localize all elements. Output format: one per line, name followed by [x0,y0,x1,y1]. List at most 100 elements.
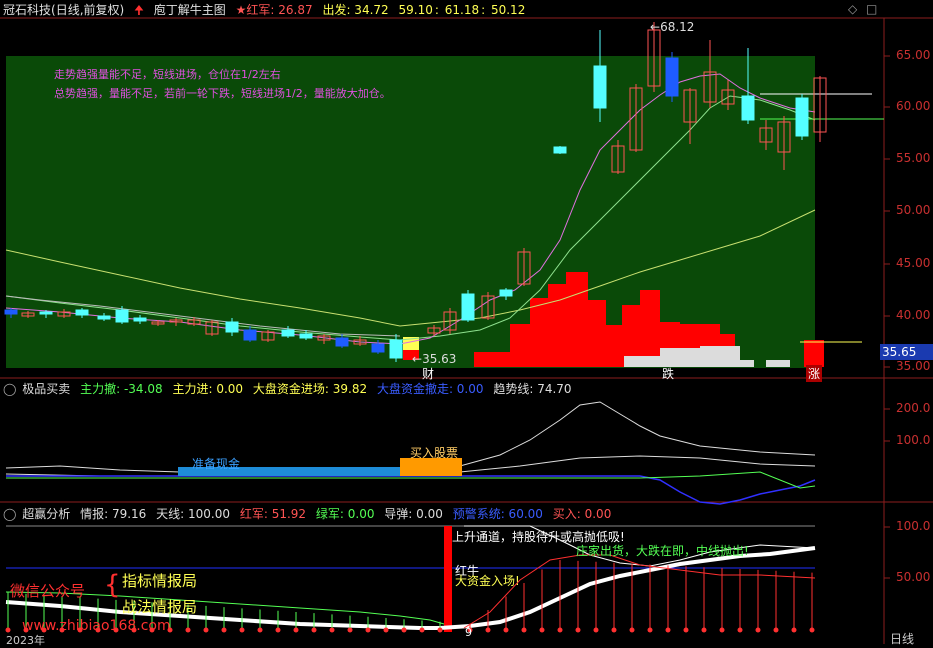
candle-body [75,309,89,316]
volume-block [700,346,740,367]
candle-body [741,95,755,121]
candle-body [97,315,111,320]
p3-dot [809,627,815,633]
candle-body [371,343,385,353]
candle-body [225,321,239,333]
funds-label: 大资金入场! [455,574,520,588]
candle-body [281,329,295,337]
axis-tick: 50.00 [896,570,931,584]
high-label: ←68.12 [650,20,695,34]
volume-block [624,356,660,367]
axis-tick: 100.0 [896,519,931,533]
p3-dot [383,627,389,633]
prep-cash-label: 准备现金 [192,457,241,471]
die-label: 跌 [662,367,675,381]
p3-dot [401,627,407,633]
axis-tick: 45.00 [896,256,931,270]
brace-icon: { [104,570,121,600]
volume-block [566,272,588,367]
volume-block [640,290,660,367]
p3-dot [593,627,599,633]
candle-body [665,57,679,97]
p3-dot [275,627,281,633]
p3-dot [203,627,209,633]
candle-body [389,339,403,359]
circle-icon[interactable]: ◯ [3,507,16,521]
buy-stock-label: 买入股票 [410,446,459,460]
wm-line1: 微信公众号 [10,582,86,600]
p3-dot [221,627,227,633]
axis-tick: 50.00 [896,203,931,217]
candle-body [593,65,607,109]
p3-dot [719,627,725,633]
p3-dot [773,627,779,633]
p3-dot [365,627,371,633]
p3-dot [737,627,743,633]
note-1: 走势趋强量能不足，短线进场，仓位在1/2左右 [54,68,281,81]
p3-dot [437,627,443,633]
note-2: 总势趋强，量能不足，若前一轮下跌，短线进场1/2，量能放大加仓。 [54,87,391,100]
p3-dot [575,627,581,633]
p3-dot [755,627,761,633]
p3-dot [647,627,653,633]
volume-block [804,340,824,367]
year-label: 2023年 [6,634,45,647]
p3-dot [347,627,353,633]
axis-tick: 200.0 [896,401,931,415]
candle-body [795,97,809,137]
p3-dot [329,627,335,633]
circle-icon[interactable]: ◯ [3,382,16,396]
period-tab[interactable]: 日线 [890,630,914,647]
zhang-label: 涨 [806,365,823,382]
pane2-name[interactable]: 极品买卖 [22,382,70,396]
p3-dot [485,627,491,633]
p3-dot [791,627,797,633]
volume-block [548,284,566,367]
p3-dot [629,627,635,633]
p3-dot [611,627,617,633]
axis-tick: 55.00 [896,151,931,165]
candle-body [39,311,53,315]
volume-block [740,360,754,367]
p3-dot [539,627,545,633]
p3-dot [665,627,671,633]
volume-block [530,298,548,367]
candle-body [553,146,567,154]
p3-dot [503,627,509,633]
p3-dot [701,627,707,633]
p3-dot [311,627,317,633]
candle-body [115,309,129,323]
p3-dot [293,627,299,633]
candle-body [499,289,513,297]
pane3-header: ◯ 超赢分析 情报: 79.16 天线: 100.00 红军: 51.92 绿军… [3,507,612,521]
pane2-header: ◯ 极品买卖 主力撤: -34.08 主力进: 0.00 大盘资金进场: 39.… [3,382,572,396]
low-label: ←35.63 [412,352,457,366]
zhuang-label: 庄家出货，大跌在即，中线抛出! [576,544,749,558]
p3-dot [257,627,263,633]
volume-block [510,324,530,367]
candle-body [4,309,18,315]
p3-dot [521,627,527,633]
p3-dot [683,627,689,633]
volume-block [474,352,510,367]
volume-block [588,300,606,367]
axis-tick: 60.00 [896,99,931,113]
axis-tick: 65.00 [896,48,931,62]
candle-body [299,333,313,339]
p3-dot [185,627,191,633]
volume-block [606,325,622,367]
axis-tick: 100.0 [896,433,931,447]
p3-dot [239,627,245,633]
p3-dot [419,627,425,633]
candle-body [243,329,257,341]
candle-body [335,337,349,347]
candle-body [461,293,475,321]
axis-tick: 40.00 [896,308,931,322]
p3-dot [557,627,563,633]
wm-line2: 指标情报局 [122,572,198,590]
wm-line3: 战法情报局 [122,598,198,616]
candle-body [133,317,147,322]
date-mark: 9 [465,626,472,639]
volume-block [766,360,790,367]
pane3-name[interactable]: 超赢分析 [22,507,70,521]
